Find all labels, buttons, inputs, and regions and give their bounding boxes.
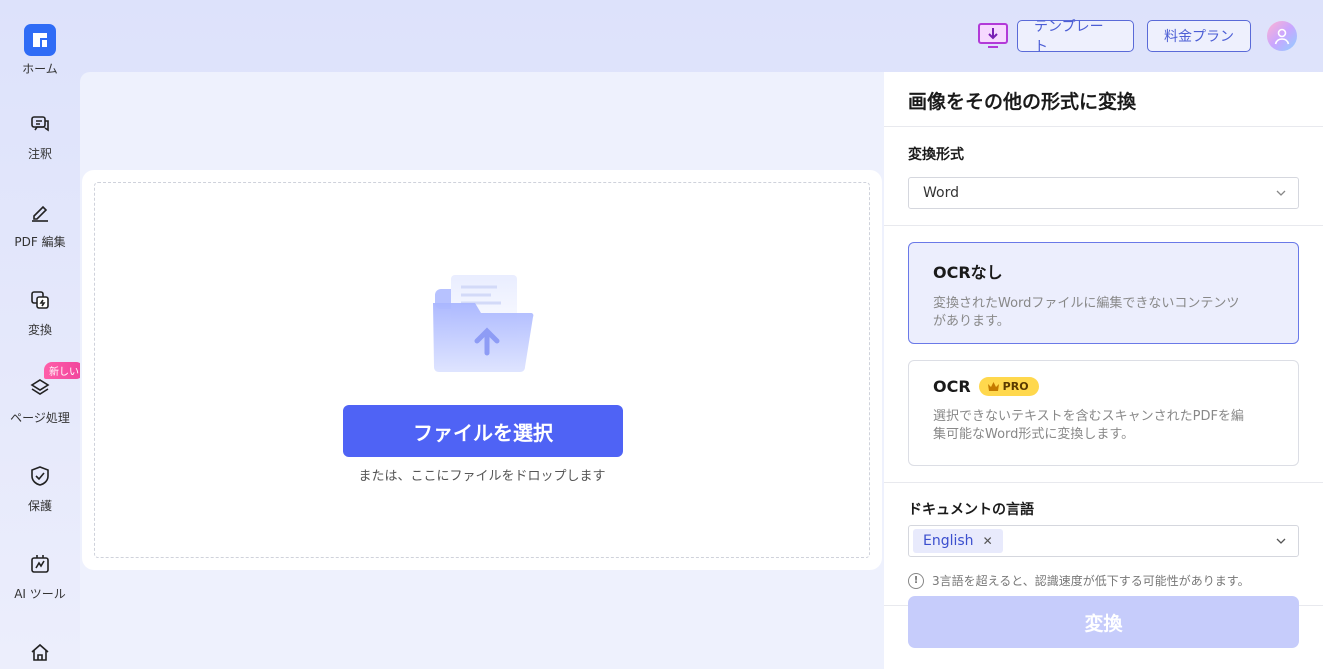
divider — [884, 482, 1323, 483]
sidebar-item-label: AI ツール — [14, 587, 66, 601]
sidebar-item-label: 保護 — [27, 499, 52, 513]
topbar-actions: テンプレート 料金プラン — [977, 19, 1297, 55]
language-tag-label: English — [923, 533, 974, 549]
warning-text: 3言語を超えると、認識速度が低下する可能性があります。 — [932, 574, 1250, 588]
sidebar-item-ai-tools[interactable]: AI ツール — [0, 552, 80, 602]
folder-upload-icon — [431, 273, 535, 373]
divider — [884, 126, 1323, 127]
home-icon — [28, 640, 52, 664]
drop-zone[interactable]: ファイルを選択 または、ここにファイルをドロップします — [94, 182, 870, 558]
convert-settings-panel: 画像をその他の形式に変換 変換形式 Word OCRなし 変換されたWordファ… — [884, 72, 1323, 669]
chevron-down-icon — [1276, 538, 1286, 544]
edit-pen-icon — [28, 200, 52, 224]
remove-tag-icon[interactable]: ✕ — [983, 534, 993, 548]
option-description-line: 選択できないテキストを含むスキャンされたPDFを編 — [933, 409, 1244, 424]
new-badge: 新しい — [44, 362, 84, 379]
language-label: ドキュメントの言語 — [908, 502, 1034, 518]
option-description-line: 集可能なWord形式に変換します。 — [933, 427, 1135, 442]
template-button[interactable]: テンプレート — [1017, 19, 1134, 55]
sidebar-item-convert[interactable]: 変換 — [0, 288, 80, 338]
sidebar-item-annotate[interactable]: 注釈 — [0, 112, 80, 162]
option-description-line: 変換されたWordファイルに編集できないコンテンツ — [933, 296, 1240, 311]
pricing-button[interactable]: 料金プラン — [1147, 20, 1251, 52]
panel-title: 画像をその他の形式に変換 — [908, 91, 1137, 113]
chevron-down-icon — [1276, 190, 1286, 196]
convert-icon — [28, 288, 52, 312]
language-select[interactable]: English ✕ — [908, 525, 1299, 557]
home-logo-icon — [24, 24, 56, 56]
pro-badge: PRO — [978, 377, 1039, 396]
upload-card: ファイルを選択 または、ここにファイルをドロップします — [82, 170, 882, 570]
option-no-ocr[interactable]: OCRなし 変換されたWordファイルに編集できないコンテンツ があります。 — [908, 242, 1299, 344]
select-file-button[interactable]: ファイルを選択 — [343, 405, 623, 457]
annotate-icon — [28, 112, 52, 136]
option-ocr[interactable]: OCR PRO 選択できないテキストを含むスキャンされたPDFを編 集可能なWo… — [908, 360, 1299, 466]
option-description: 変換されたWordファイルに編集できないコンテンツ があります。 — [933, 295, 1274, 331]
sidebar-item-label: PDF 編集 — [14, 235, 66, 249]
convert-button[interactable]: 変換 — [908, 596, 1299, 648]
sidebar-item-more[interactable] — [0, 640, 80, 664]
option-title: OCRなし — [933, 263, 1003, 282]
sidebar-item-label: ページ処理 — [10, 411, 70, 425]
shield-icon — [28, 464, 52, 488]
pro-badge-label: PRO — [1002, 380, 1029, 393]
format-select[interactable]: Word — [908, 177, 1299, 209]
drop-hint: または、ここにファイルをドロップします — [358, 469, 606, 484]
sidebar-item-label: ホーム — [22, 62, 58, 76]
download-app-icon[interactable] — [977, 21, 1009, 51]
sidebar-item-page-processing[interactable]: 新しい ページ処理 — [0, 362, 84, 426]
option-description: 選択できないテキストを含むスキャンされたPDFを編 集可能なWord形式に変換し… — [933, 408, 1274, 444]
divider — [884, 225, 1323, 226]
sidebar-item-label: 注釈 — [27, 147, 52, 161]
option-description-line: があります。 — [933, 314, 1010, 329]
option-title: OCR — [933, 377, 971, 396]
option-title-row: OCR PRO — [933, 377, 1274, 396]
avatar[interactable] — [1267, 21, 1297, 51]
info-icon: ! — [908, 572, 924, 589]
sidebar-item-protect[interactable]: 保護 — [0, 464, 80, 514]
sidebar-item-pdf-edit[interactable]: PDF 編集 — [0, 200, 80, 250]
format-select-value: Word — [923, 185, 959, 201]
format-label: 変換形式 — [908, 147, 964, 163]
layers-icon — [28, 376, 52, 400]
sidebar-item-label: 変換 — [27, 323, 52, 337]
ai-tool-icon — [28, 552, 52, 576]
language-tag: English ✕ — [913, 529, 1003, 553]
crown-icon — [987, 382, 999, 391]
sidebar: ホーム 注釈 PDF 編集 変換 新しい ページ処理 保護 AI ツール — [0, 0, 84, 669]
language-warning: ! 3言語を超えると、認識速度が低下する可能性があります。 — [908, 572, 1250, 589]
sidebar-item-home[interactable]: ホーム — [0, 24, 80, 77]
